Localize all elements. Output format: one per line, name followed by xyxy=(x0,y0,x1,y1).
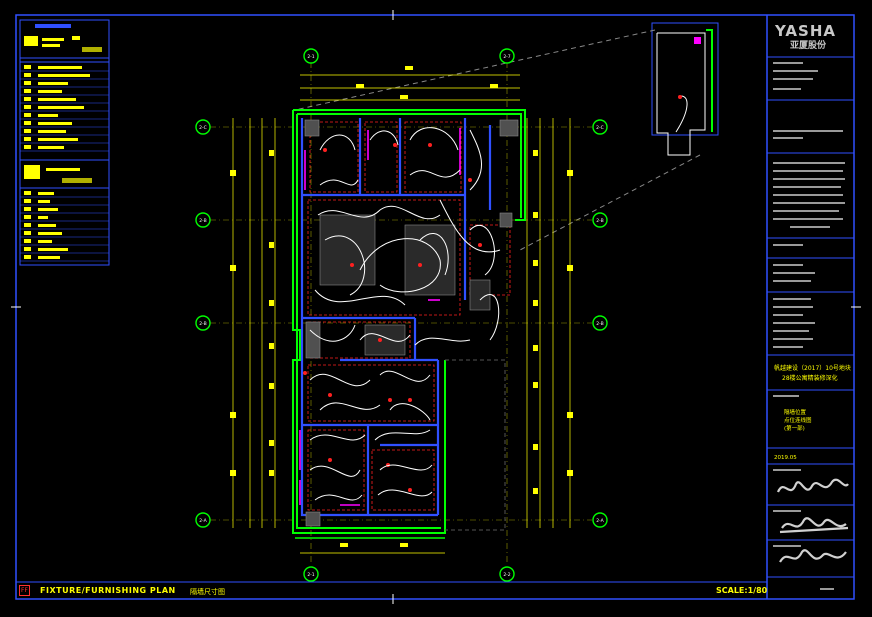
grid-bubble: 2-B xyxy=(195,212,211,228)
grid-bubble-label: 2-B xyxy=(596,218,603,224)
drawing-name-3: (第一部) xyxy=(784,426,805,432)
grid-bubble-label: 2-B xyxy=(199,218,206,224)
grid-bubble-label: 2-A xyxy=(596,518,604,524)
project-name-line1: 帆越建设（2017）10号地块 xyxy=(774,365,851,372)
grid-bubble: 2-7 xyxy=(499,48,515,64)
grid-bubble-label: 2-A xyxy=(199,518,207,524)
grid-bubble: 2-B xyxy=(195,315,211,331)
grid-bubble: 2-B xyxy=(592,315,608,331)
grid-bubble-label: 2-C xyxy=(596,125,604,131)
drawing-frame xyxy=(15,14,855,600)
grid-bubble: 2-A xyxy=(592,512,608,528)
grid-bubble: 2-1 xyxy=(303,48,319,64)
floor-plan xyxy=(210,62,592,565)
grid-bubble: 2-1 xyxy=(303,566,319,582)
grid-bubble: 2-B xyxy=(592,212,608,228)
grid-bubble: 2-A xyxy=(195,512,211,528)
legend-rows-lower xyxy=(20,191,109,262)
grid-bubble: 2-2 xyxy=(499,566,515,582)
legend-rows-upper xyxy=(20,65,109,152)
title-block xyxy=(767,56,854,590)
grid-bubble-label: 2-B xyxy=(596,321,603,327)
grid-bubble-label: 2-1 xyxy=(307,572,314,578)
drawing-subtitle: 隔墙尺寸图 xyxy=(190,588,225,596)
project-name-line2: 28楼公寓精装修深化 xyxy=(782,375,838,382)
grid-bubble-label: 2-C xyxy=(199,125,207,131)
grid-bubble: 2-C xyxy=(592,119,608,135)
drawing-name-1: 隔墙位置 xyxy=(784,410,807,416)
grid-bubble-label: 2-2 xyxy=(503,572,510,578)
signature-marks xyxy=(776,478,849,563)
grid-bubble-label: 2-B xyxy=(199,321,206,327)
drawing-scale: SCALE:1/80 xyxy=(716,586,768,595)
grid-bubble-label: 2-1 xyxy=(307,54,314,60)
company-logo-cn: 亚厦股份 xyxy=(790,41,827,51)
drawing-name-2: 点位连线图 xyxy=(784,418,812,424)
cad-drawing-canvas: 2-1 2-7 2-1 2-2 2-C 2-B 2-B 2-A 2-C 2-B 2-B 2-A xyxy=(11,10,861,604)
grid-bubble-label: 2-7 xyxy=(503,54,510,60)
ff-tag: FF xyxy=(19,585,30,596)
drawing-date: 2019.05 xyxy=(774,455,797,461)
grid-bubble: 2-C xyxy=(195,119,211,135)
drawing-title: FIXTURE/FURNISHING PLAN xyxy=(40,586,176,595)
